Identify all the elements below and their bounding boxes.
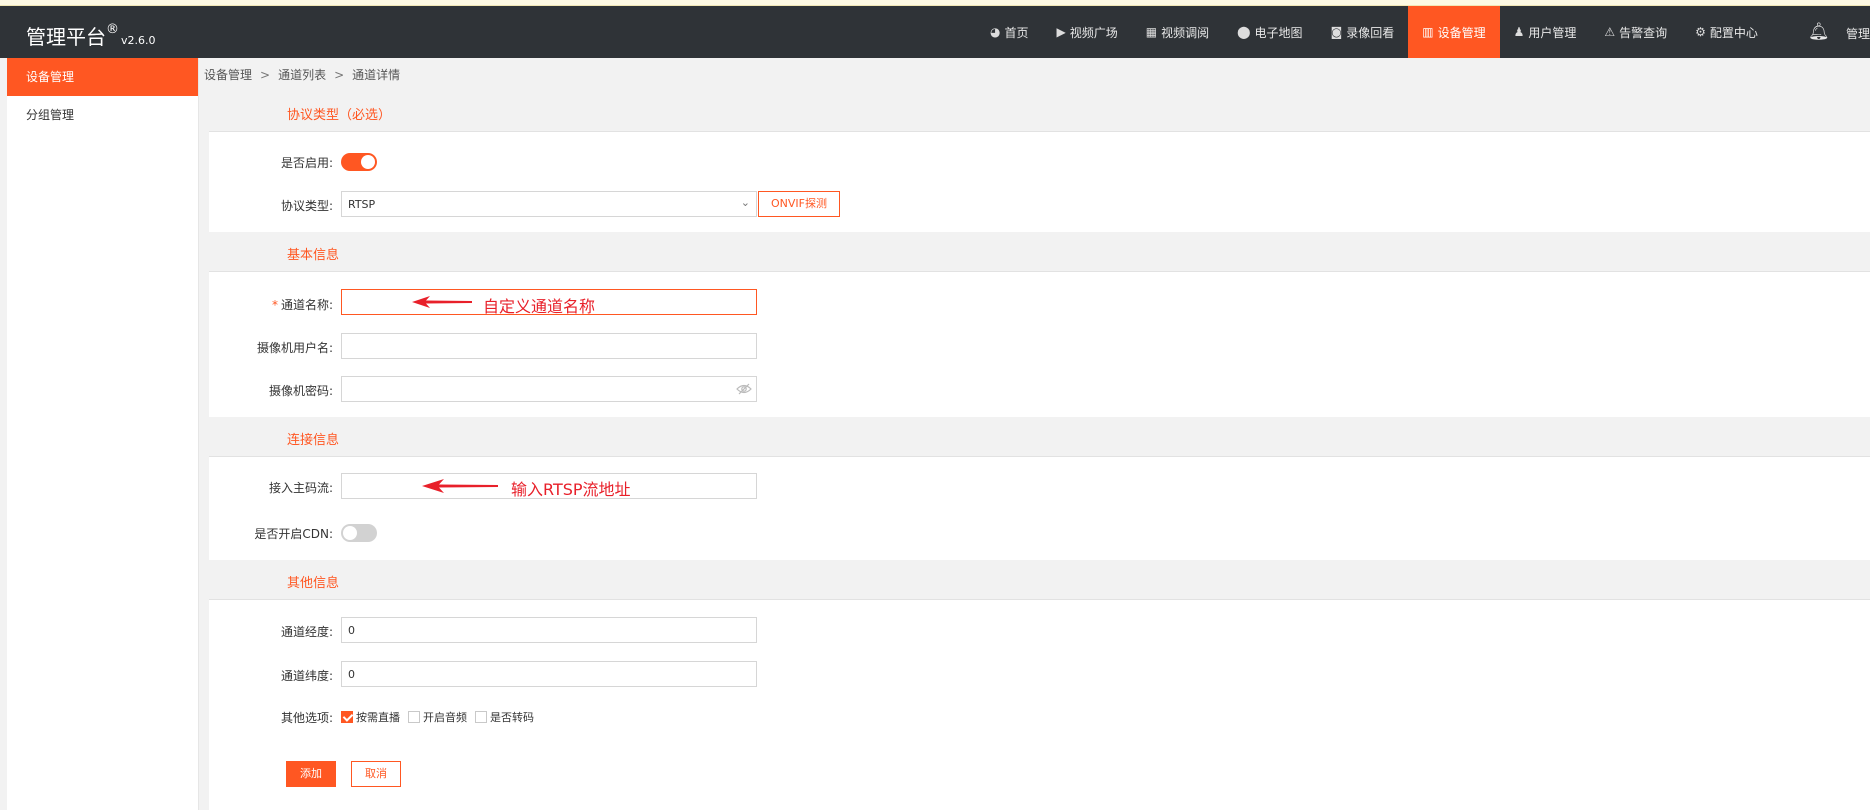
camera-username-input[interactable] [341, 333, 757, 359]
brand-title: 管理平台®v2.6.0 [26, 22, 156, 49]
annotation-rtsp-address: 输入RTSP流地址 [511, 480, 631, 499]
add-button[interactable]: 添加 [286, 761, 336, 787]
onvif-probe-button[interactable]: ONVIF探测 [758, 191, 840, 217]
section-title: 其他信息 [287, 576, 340, 591]
user-icon: ♟ [1513, 25, 1525, 39]
option-enable-audio[interactable]: 开启音频 [408, 709, 467, 725]
cdn-label: 是否开启CDN: [254, 527, 333, 541]
enable-label: 是否启用: [280, 156, 333, 170]
video-camera-icon: ◙ [1330, 25, 1343, 39]
top-nav: ◕ 首页 ▶ 视频广场 ▦ 视频调阅 ⬤ 电子地图 ◙ 录像回看 ▥ 设备管理 ♟ 用户管理 ⚠ 告警查询 ⚙ 配… [976, 6, 1772, 58]
section-basic-header: 基本信息 [209, 232, 1870, 272]
nav-label: 视频调阅 [1161, 25, 1210, 40]
nav-label: 录像回看 [1346, 25, 1395, 40]
annotation-arrow-icon [412, 296, 472, 308]
checkbox[interactable] [341, 711, 353, 723]
chevron-down-icon: ⌄ [740, 196, 750, 209]
section-title: 连接信息 [287, 433, 340, 448]
breadcrumb-separator: > [334, 68, 345, 82]
nav-item-4[interactable]: ⬤ 电子地图 [1223, 6, 1316, 58]
section-title: 基本信息 [287, 248, 340, 263]
required-mark: * [271, 298, 278, 312]
section-connection-header: 连接信息 [209, 417, 1870, 457]
protocol-label: 协议类型: [280, 199, 333, 213]
nav-label: 用户管理 [1528, 25, 1577, 40]
sidebar: 设备管理 分组管理 [7, 58, 199, 810]
nav-item-3[interactable]: ▦ 视频调阅 [1132, 6, 1223, 58]
play-circle-icon: ▶ [1056, 25, 1066, 39]
dashboard-icon: ◕ [990, 25, 1001, 39]
bell-icon[interactable]: 🔔︎ [1808, 22, 1830, 42]
latitude-input[interactable] [341, 661, 757, 687]
latitude-label: 通道纬度: [280, 669, 333, 683]
user-menu[interactable]: 管理 [1846, 25, 1870, 42]
section-other-header: 其他信息 [209, 560, 1870, 600]
breadcrumb-item[interactable]: 通道列表 [278, 68, 326, 82]
longitude-input[interactable] [341, 617, 757, 643]
enable-switch[interactable] [341, 153, 377, 171]
nav-item-5[interactable]: ◙ 录像回看 [1317, 6, 1409, 58]
header-bar: 管理平台®v2.6.0 ◕ 首页 ▶ 视频广场 ▦ 视频调阅 ⬤ 电子地图 ◙ 录像回看 ▥ 设备管理… [0, 6, 1870, 58]
nav-item-8[interactable]: ⚠ 告警查询 [1590, 6, 1681, 58]
other-options-group: 按需直播 开启音频 是否转码 [341, 709, 542, 725]
table-icon: ▦ [1145, 25, 1158, 39]
nav-label: 告警查询 [1619, 25, 1668, 40]
camera-password-input[interactable] [341, 376, 757, 402]
camera-username-label: 摄像机用户名: [256, 341, 333, 355]
checkbox[interactable] [475, 711, 487, 723]
breadcrumb-item-current: 通道详情 [352, 68, 401, 82]
option-on-demand-live[interactable]: 按需直播 [341, 709, 400, 725]
switch-knob [361, 155, 375, 169]
nav-label: 视频广场 [1069, 25, 1118, 40]
longitude-label: 通道经度: [280, 625, 333, 639]
breadcrumb-separator: > [260, 68, 271, 82]
channel-form: 协议类型（必选） 是否启用: 协议类型: RTSP ⌄ ONVIF探测 基本信息… [209, 92, 1870, 810]
checkbox[interactable] [408, 711, 420, 723]
device-icon: ▥ [1422, 25, 1434, 39]
version-label: v2.6.0 [121, 34, 156, 47]
nav-label: 设备管理 [1437, 25, 1486, 40]
nav-item-9[interactable]: ⚙ 配置中心 [1681, 6, 1772, 58]
breadcrumb-item[interactable]: 设备管理 [204, 68, 252, 82]
gear-icon: ⚙ [1695, 25, 1706, 39]
main-stream-label: 接入主码流: [268, 481, 333, 495]
option-transcode[interactable]: 是否转码 [475, 709, 534, 725]
cdn-switch[interactable] [341, 524, 377, 542]
map-marker-icon: ⬤ [1237, 25, 1251, 39]
section-protocol-header: 协议类型（必选） [209, 92, 1870, 132]
nav-item-2[interactable]: ▶ 视频广场 [1043, 6, 1132, 58]
nav-label: 电子地图 [1254, 25, 1303, 40]
protocol-select[interactable]: RTSP ⌄ [341, 191, 757, 217]
alarm-icon: ⚠ [1604, 25, 1616, 39]
other-options-label: 其他选项: [280, 711, 333, 725]
eye-off-icon[interactable] [736, 382, 752, 396]
nav-label: 配置中心 [1709, 25, 1758, 40]
annotation-channel-name: 自定义通道名称 [483, 297, 596, 316]
channel-name-label: * 通道名称: [271, 298, 333, 312]
annotation-arrow-icon [422, 479, 498, 493]
nav-item-6[interactable]: ▥ 设备管理 [1408, 6, 1500, 58]
camera-password-label: 摄像机密码: [268, 384, 333, 398]
breadcrumb: 设备管理 > 通道列表 > 通道详情 [204, 66, 400, 83]
nav-item-7[interactable]: ♟ 用户管理 [1500, 6, 1591, 58]
cancel-button[interactable]: 取消 [351, 761, 401, 787]
nav-label: 首页 [1004, 25, 1029, 40]
switch-knob [343, 526, 357, 540]
nav-item-1[interactable]: ◕ 首页 [976, 6, 1043, 58]
section-title: 协议类型（必选） [287, 108, 392, 123]
sidebar-item-group-management[interactable]: 分组管理 [7, 96, 198, 134]
sidebar-item-device-management[interactable]: 设备管理 [7, 58, 198, 96]
